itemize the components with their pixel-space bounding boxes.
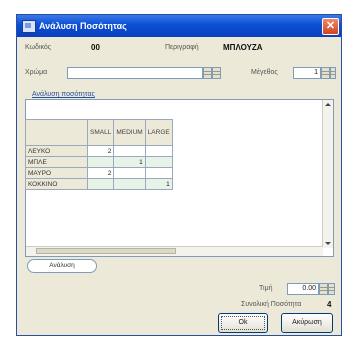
row-header: ΜΠΛΕ bbox=[25, 156, 88, 168]
sum-value: 4 bbox=[327, 300, 332, 309]
grid-cell[interactable] bbox=[144, 156, 173, 168]
total-lookup-button[interactable] bbox=[328, 283, 335, 295]
grid-cell[interactable] bbox=[113, 167, 146, 179]
size-input[interactable]: 1 bbox=[293, 67, 321, 79]
row-header: ΛΕΥΚΟ bbox=[25, 145, 88, 157]
grid-cell[interactable] bbox=[86, 156, 115, 168]
column-header: MEDIUM bbox=[113, 119, 146, 146]
grid-row: ΜΠΛΕ 1 bbox=[25, 156, 173, 168]
grid-row: ΜΑΥΡΟ 2 bbox=[25, 167, 173, 179]
column-header: LARGE bbox=[144, 119, 173, 146]
ok-button[interactable]: Ok bbox=[218, 313, 268, 333]
grid-cell[interactable] bbox=[86, 178, 115, 190]
cancel-button[interactable]: Ακύρωση bbox=[281, 313, 333, 333]
dialog-window: Ανάλυση Ποσότητας ✕ Κωδικός 00 Περιγραφή… bbox=[16, 14, 342, 336]
total-label: Τιμή bbox=[259, 285, 273, 292]
grid-cell[interactable] bbox=[113, 178, 146, 190]
grid-corner bbox=[25, 119, 88, 146]
grid-cell[interactable]: 2 bbox=[86, 145, 115, 157]
size-label: Μέγεθος bbox=[251, 69, 278, 76]
row-header: ΚΟΚΚΙΝΟ bbox=[25, 178, 88, 190]
grid-cell[interactable] bbox=[144, 167, 173, 179]
close-button[interactable]: ✕ bbox=[322, 18, 339, 35]
scroll-up-icon[interactable] bbox=[325, 103, 331, 106]
color-lookup-button[interactable] bbox=[212, 67, 221, 79]
title-bar[interactable]: Ανάλυση Ποσότητας ✕ bbox=[17, 15, 341, 37]
scroll-thumb[interactable] bbox=[36, 248, 176, 254]
description-value: ΜΠΛΟΥΖΑ bbox=[223, 43, 263, 52]
horizontal-scrollbar[interactable] bbox=[26, 246, 323, 256]
total-spinner[interactable] bbox=[319, 283, 328, 295]
grid-cell[interactable]: 1 bbox=[113, 156, 146, 168]
color-label: Χρώμα bbox=[25, 69, 48, 76]
size-lookup-button[interactable] bbox=[330, 67, 336, 79]
code-label: Κωδικός bbox=[25, 44, 52, 51]
description-label: Περιγραφή bbox=[165, 44, 199, 51]
app-icon bbox=[22, 20, 36, 33]
grid-cell[interactable]: 1 bbox=[144, 178, 173, 190]
grid-cell[interactable] bbox=[144, 145, 173, 157]
column-header: SMALL bbox=[86, 119, 115, 146]
color-input[interactable] bbox=[67, 67, 203, 79]
row-header: ΜΑΥΡΟ bbox=[25, 167, 88, 179]
grid-cell[interactable]: 2 bbox=[86, 167, 115, 179]
total-input[interactable]: 0.00 bbox=[287, 283, 319, 295]
sum-label: Συνολική Ποσότητα bbox=[241, 301, 302, 308]
tab-analysis[interactable]: Ανάλυση bbox=[27, 259, 97, 273]
grid-row: ΚΟΚΚΙΝΟ 1 bbox=[25, 178, 173, 190]
size-spinner[interactable] bbox=[321, 67, 330, 79]
window-title: Ανάλυση Ποσότητας bbox=[39, 21, 127, 31]
scroll-down-icon[interactable] bbox=[325, 242, 331, 245]
quantity-grid: SMALL MEDIUM LARGE ΛΕΥΚΟ 2 ΜΠΛΕ 1 ΜΑΥΡΟ … bbox=[25, 119, 173, 190]
code-value: 00 bbox=[91, 43, 100, 52]
color-spinner[interactable] bbox=[203, 67, 212, 79]
vertical-scrollbar[interactable] bbox=[322, 100, 333, 248]
grid-cell[interactable] bbox=[113, 145, 146, 157]
grid-row: ΛΕΥΚΟ 2 bbox=[25, 145, 173, 157]
grid-group-title: Ανάλυση ποσότητας bbox=[29, 91, 98, 98]
